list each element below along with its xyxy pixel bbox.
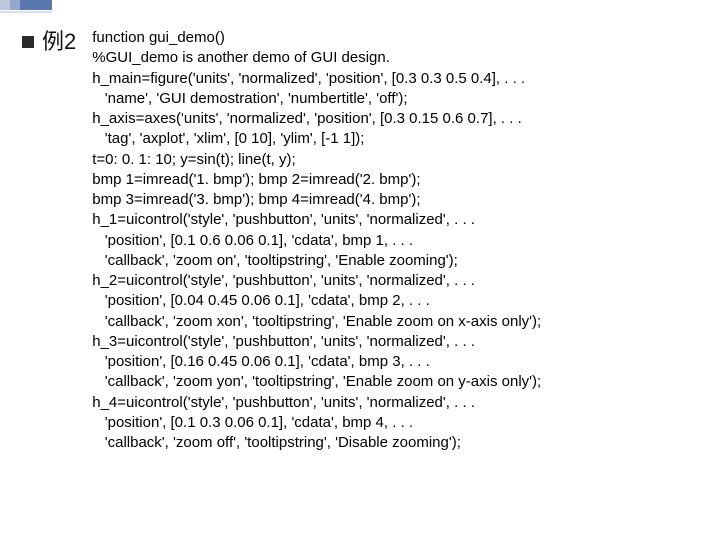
slide-decoration xyxy=(0,0,60,22)
bullet: 例2 xyxy=(22,30,76,54)
bullet-square-icon xyxy=(22,36,34,48)
heading-text: 例2 xyxy=(42,30,76,54)
code-block: function gui_demo() %GUI_demo is another… xyxy=(86,28,541,453)
content-row: 例2 function gui_demo() %GUI_demo is anot… xyxy=(0,28,720,453)
slide: 例2 function gui_demo() %GUI_demo is anot… xyxy=(0,0,720,540)
